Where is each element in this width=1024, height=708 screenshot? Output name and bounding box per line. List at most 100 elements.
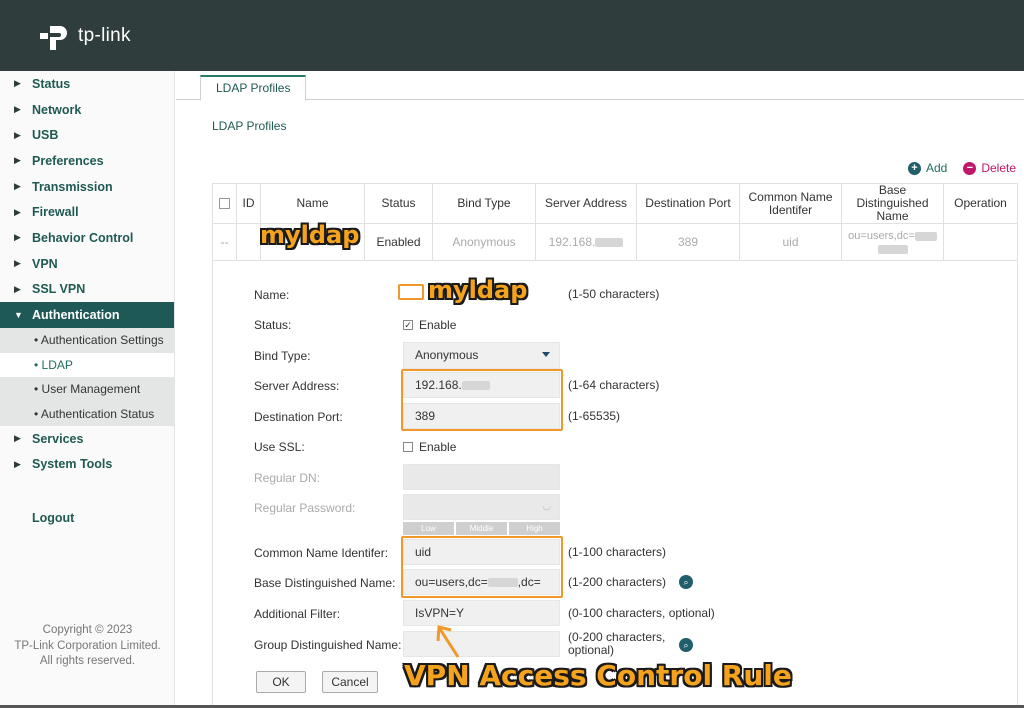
sidebar-item-firewall[interactable]: ▶ Firewall — [0, 199, 174, 225]
main-content: LDAP Profiles LDAP Profiles + Add − Dele… — [176, 71, 1024, 708]
sidebar-item-label: Preferences — [32, 153, 104, 168]
strength-low: Low — [403, 522, 454, 535]
name-label: Name: — [254, 288, 290, 302]
sidebar-item-preferences[interactable]: ▶ Preferences — [0, 148, 174, 174]
common-name-input[interactable]: uid — [403, 539, 560, 565]
sidebar: ▶ Status ▶ Network ▶ USB ▶ Preferences ▶ Tran… — [0, 71, 175, 708]
additional-filter-input[interactable]: IsVPN=Y — [403, 600, 560, 626]
copyright-line: TP-Link Corporation Limited. — [14, 639, 161, 652]
status-enable-checkbox[interactable]: ✓ Enable — [403, 318, 456, 332]
sidebar-subitem-label: • Authentication Status — [34, 406, 155, 421]
add-button[interactable]: + Add — [907, 161, 947, 175]
copyright-line: Copyright © 2023 — [42, 624, 133, 636]
sidebar-subitem-authentication-settings[interactable]: • Authentication Settings — [0, 328, 174, 353]
base-dn-value-tail: ,dc= — [517, 575, 541, 589]
copyright-line: All rights reserved. — [39, 655, 136, 667]
header-bar: tp-link — [0, 0, 1024, 71]
search-icon[interactable]: ⌕ — [679, 575, 693, 589]
destination-port-input[interactable]: 389 — [403, 403, 560, 429]
base-dn-text: ou=users,dc= — [848, 230, 915, 242]
column-header: Common Name Identifer — [739, 183, 842, 224]
group-dn-hint: (0-200 characters, optional) — [568, 631, 665, 657]
strength-high: High — [509, 522, 560, 535]
password-strength-meter: Low Middle High — [403, 522, 560, 535]
check-icon: ✓ — [403, 319, 413, 330]
sidebar-item-system-tools[interactable]: ▶ System Tools — [0, 451, 174, 477]
section-title: LDAP Profiles — [212, 119, 287, 133]
regular-password-label: Regular Password: — [254, 501, 356, 515]
column-header: Base Distinguished Name — [841, 183, 944, 224]
sidebar-item-label: VPN — [32, 256, 58, 271]
annotation-caption: VPN Access Control Rule — [404, 659, 792, 692]
use-ssl-label: Use SSL: — [254, 440, 305, 454]
select-all-checkbox[interactable] — [219, 198, 230, 210]
chevron-down-icon — [542, 352, 550, 357]
sidebar-item-label: Authentication — [32, 308, 120, 323]
column-header: Name — [260, 183, 365, 224]
sidebar-item-behavior-control[interactable]: ▶ Behavior Control — [0, 225, 174, 251]
sidebar-item-transmission[interactable]: ▶ Transmission — [0, 174, 174, 200]
sidebar-item-label: Firewall — [32, 205, 79, 220]
tp-link-logo[interactable]: tp-link — [40, 22, 131, 50]
use-ssl-checkbox[interactable]: Enable — [403, 440, 456, 454]
redacted-text — [877, 244, 908, 254]
destination-port-label: Destination Port: — [254, 410, 343, 424]
column-header: Status — [364, 183, 433, 224]
checkbox-icon — [403, 442, 413, 452]
copyright: Copyright © 2023 TP-Link Corporation Lim… — [0, 623, 175, 670]
name-hint: (1-50 characters) — [568, 287, 660, 301]
strength-middle: Middle — [456, 522, 507, 535]
logout-link[interactable]: Logout — [32, 511, 74, 525]
sidebar-item-label: SSL VPN — [32, 282, 86, 297]
search-icon[interactable]: ⌕ — [679, 638, 693, 652]
common-name-label: Common Name Identifer: — [254, 546, 389, 560]
common-name-cell: uid — [739, 223, 842, 261]
server-address-input[interactable]: 192.168. — [403, 372, 560, 398]
bind-type-select[interactable]: Anonymous — [403, 342, 560, 369]
eye-icon[interactable]: ◡ — [542, 495, 551, 519]
destination-port-hint: (1-65535) — [568, 409, 621, 423]
regular-password-input[interactable]: ◡ — [403, 494, 560, 520]
tab-ldap-profiles[interactable]: LDAP Profiles — [200, 75, 307, 101]
caret-right-icon: ▶ — [14, 155, 21, 166]
additional-filter-hint: (0-100 characters, optional) — [568, 606, 715, 620]
sidebar-subitem-user-management[interactable]: • User Management — [0, 376, 174, 402]
sidebar-item-usb[interactable]: ▶ USB — [0, 122, 174, 148]
ok-button[interactable]: OK — [256, 671, 306, 693]
sidebar-subitem-label: • Authentication Settings — [34, 333, 164, 348]
sidebar-item-label: Transmission — [32, 179, 113, 194]
brand-name: tp-link — [78, 25, 131, 46]
group-dn-hint-line: optional) — [568, 643, 615, 657]
regular-dn-input[interactable] — [403, 464, 560, 490]
column-header: ID — [236, 183, 261, 224]
caret-right-icon: ▶ — [14, 104, 21, 115]
sidebar-subitem-ldap[interactable]: • LDAP — [0, 352, 174, 377]
delete-button[interactable]: − Delete — [963, 161, 1016, 175]
base-dn-value: ou=users,dc= — [415, 575, 488, 589]
cancel-button[interactable]: Cancel — [322, 671, 378, 693]
server-address-text: 192.168. — [548, 235, 596, 249]
table-header-row: ID Name Status Bind Type Server Address … — [212, 183, 1018, 224]
sidebar-item-status[interactable]: ▶ Status — [0, 71, 174, 97]
sidebar-item-label: USB — [32, 128, 59, 143]
sidebar-item-vpn[interactable]: ▶ VPN — [0, 251, 174, 277]
sidebar-item-services[interactable]: ▶ Services — [0, 426, 174, 452]
row-select-cell: -- — [212, 223, 237, 261]
sidebar-item-authentication[interactable]: ▼ Authentication — [0, 302, 174, 329]
caret-right-icon: ▶ — [14, 232, 21, 243]
server-address-cell: 192.168. — [535, 223, 637, 261]
caret-right-icon: ▶ — [14, 458, 21, 469]
sidebar-subitem-authentication-status[interactable]: • Authentication Status — [0, 401, 174, 426]
caret-down-icon: ▼ — [14, 310, 23, 321]
base-dn-input[interactable]: ou=users,dc= ,dc= — [403, 569, 560, 595]
operation-cell[interactable] — [943, 223, 1018, 261]
sidebar-item-ssl-vpn[interactable]: ▶ SSL VPN — [0, 277, 174, 303]
select-all-header[interactable] — [212, 183, 237, 224]
sidebar-item-network[interactable]: ▶ Network — [0, 97, 174, 123]
redacted-text — [461, 381, 490, 391]
sidebar-item-label: Behavior Control — [32, 230, 134, 245]
common-name-hint: (1-100 characters) — [568, 545, 667, 559]
group-dn-input[interactable] — [403, 631, 560, 657]
sidebar-item-label: Status — [32, 76, 71, 91]
port-cell: 389 — [636, 223, 740, 261]
